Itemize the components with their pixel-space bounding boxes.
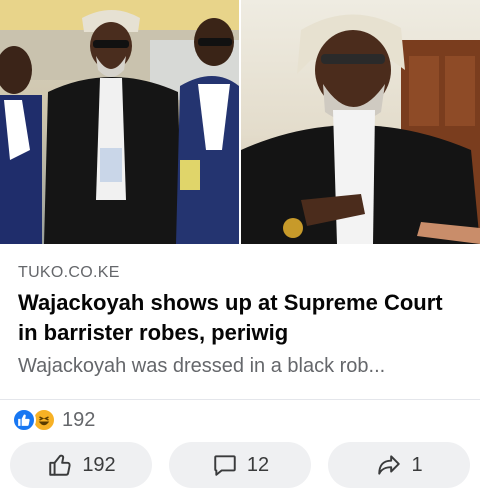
share-button[interactable]: 1: [328, 442, 470, 488]
comment-button[interactable]: 12: [169, 442, 311, 488]
thumbs-up-icon: [46, 451, 74, 479]
post-actions: 192 12 1: [10, 442, 470, 488]
reaction-summary[interactable]: 192: [12, 406, 95, 434]
reaction-count: 192: [62, 408, 96, 431]
post-photos[interactable]: [0, 0, 480, 244]
group-photo-illustration: [0, 0, 239, 244]
share-count: 1: [411, 453, 423, 476]
comment-count: 12: [246, 453, 270, 476]
post-photo-group[interactable]: [0, 0, 239, 244]
link-description: Wajackoyah was dressed in a black rob...: [18, 355, 386, 377]
comment-icon: [211, 451, 239, 479]
like-icon: [12, 408, 36, 432]
post-photo-closeup[interactable]: [241, 0, 480, 244]
link-preview-card[interactable]: TUKO.CO.KE Wajackoyah shows up at Suprem…: [0, 244, 480, 400]
link-title[interactable]: Wajackoyah shows up at Supreme Court in …: [18, 288, 468, 348]
link-domain: TUKO.CO.KE: [18, 264, 120, 281]
share-icon: [375, 451, 403, 479]
like-button[interactable]: 192: [10, 442, 152, 488]
like-count: 192: [82, 453, 116, 476]
closeup-photo-illustration: [241, 14, 480, 244]
